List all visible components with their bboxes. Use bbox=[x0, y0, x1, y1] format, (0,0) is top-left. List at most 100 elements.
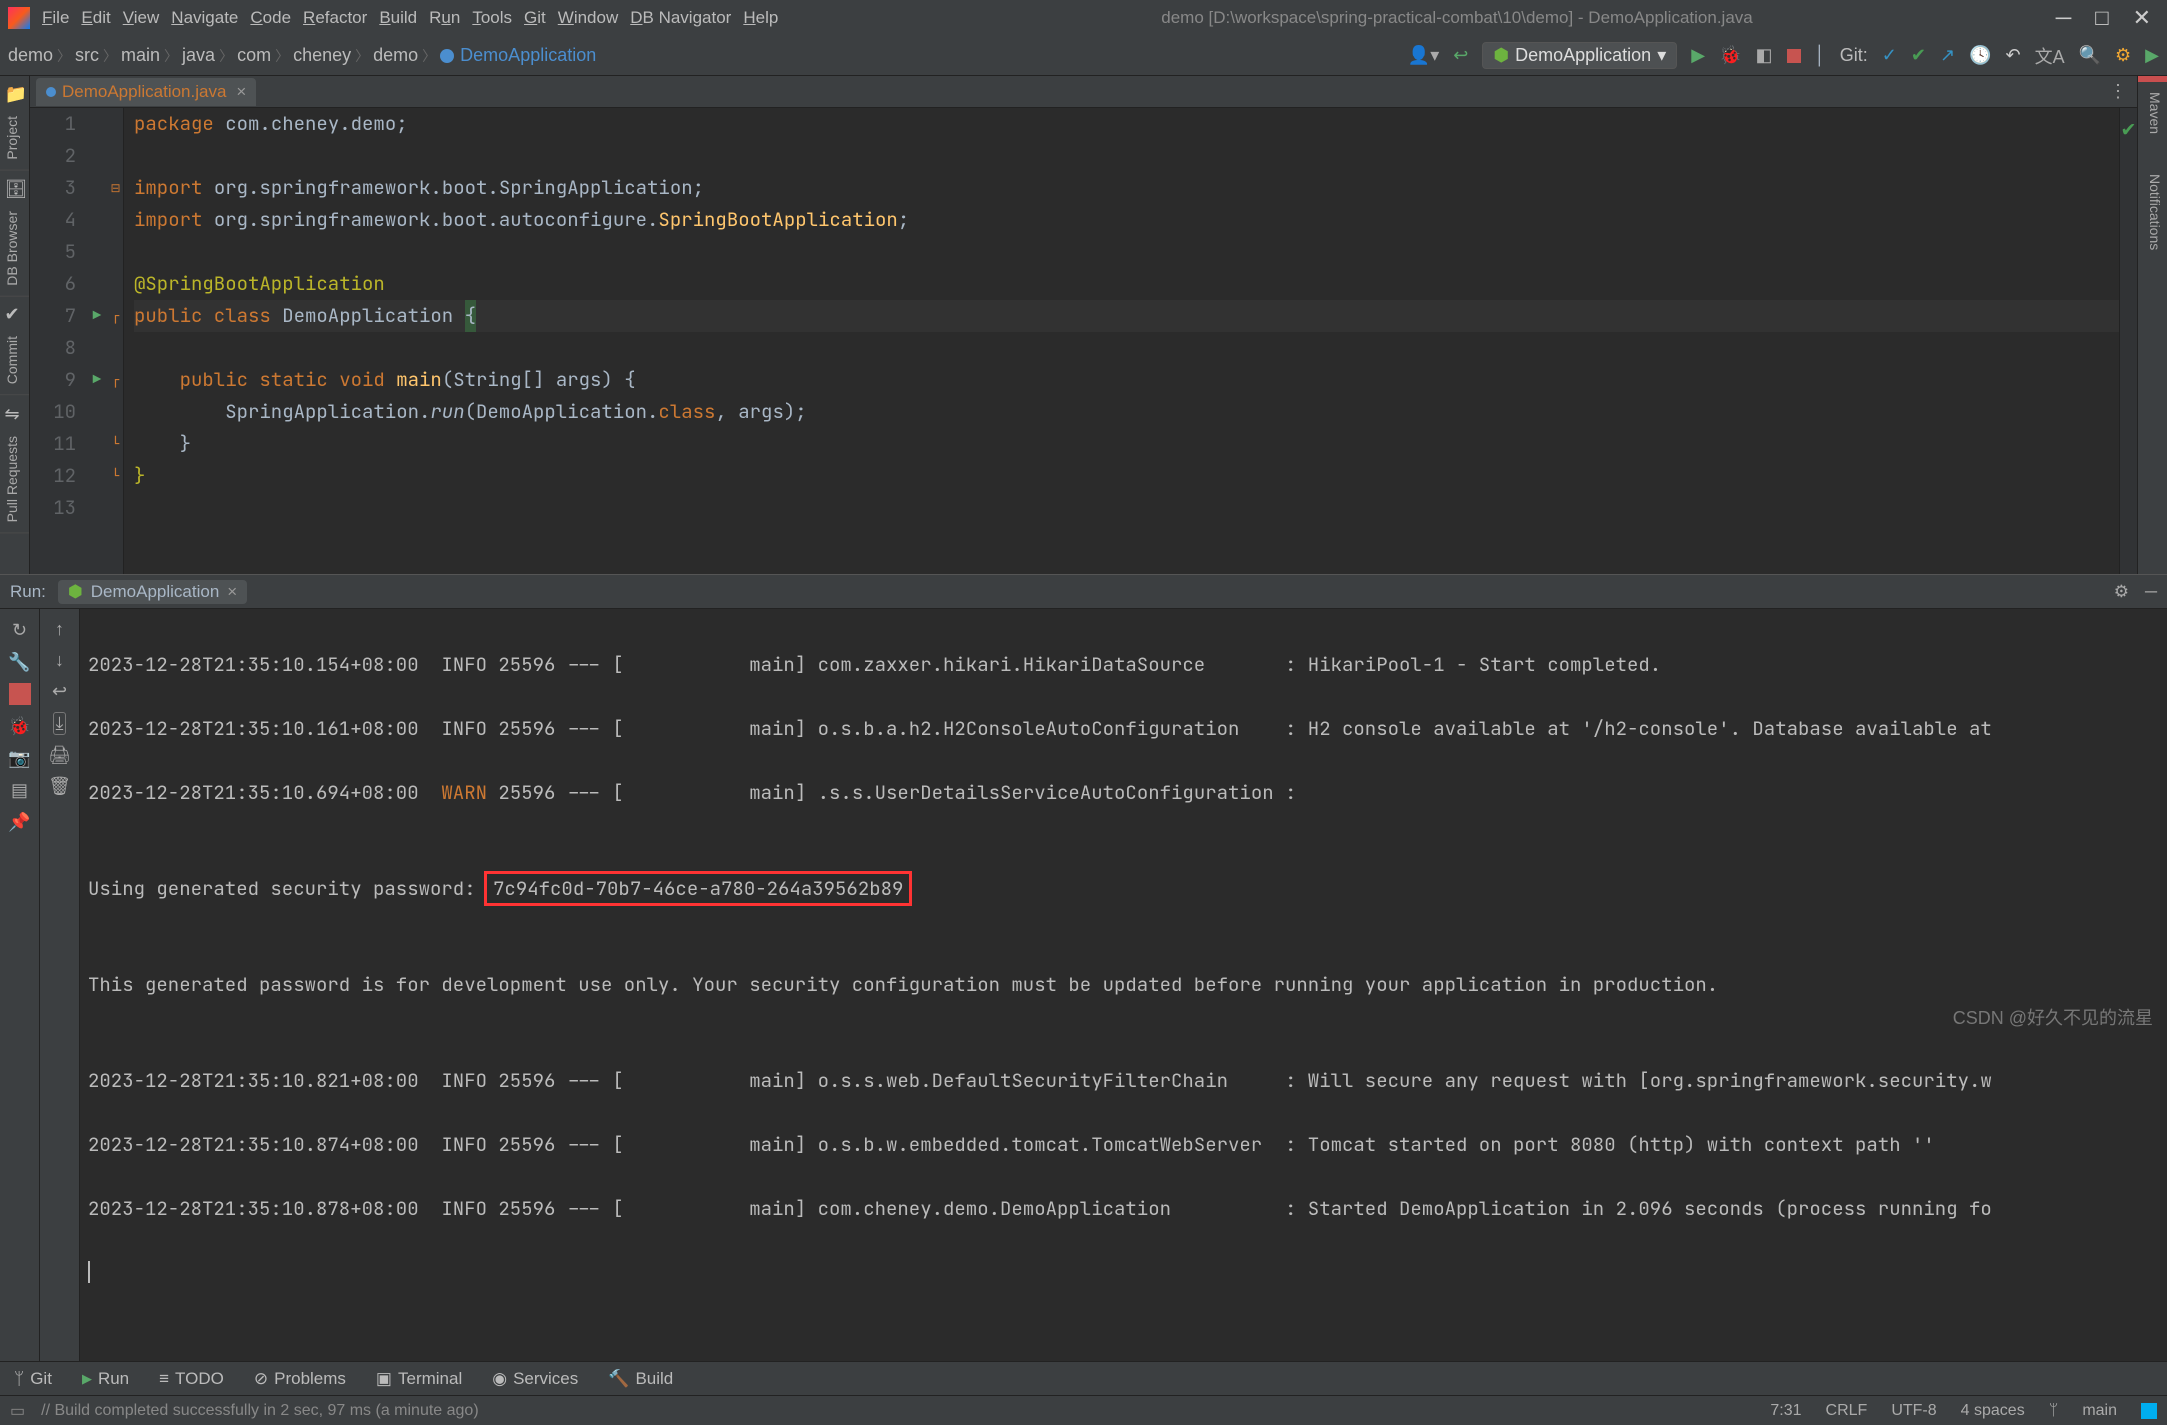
bc-3[interactable]: java bbox=[182, 45, 215, 66]
bc-6[interactable]: demo bbox=[373, 45, 418, 66]
menu-window[interactable]: Window bbox=[558, 8, 618, 28]
layout-icon[interactable]: ▤ bbox=[9, 779, 31, 801]
run-line-icon[interactable]: ▶ bbox=[86, 300, 108, 332]
menu-build[interactable]: Build bbox=[379, 8, 417, 28]
bc-0[interactable]: demo bbox=[8, 45, 53, 66]
ide-settings-icon[interactable]: ⚙ bbox=[2115, 45, 2131, 66]
editor-tab-label: DemoApplication.java bbox=[62, 82, 226, 102]
down-icon[interactable]: ↓ bbox=[55, 650, 64, 671]
check-ok-icon: ✔ bbox=[2120, 108, 2137, 146]
project-tool[interactable]: Project bbox=[0, 106, 29, 171]
menu-view[interactable]: View bbox=[123, 8, 160, 28]
bc-4[interactable]: com bbox=[237, 45, 271, 66]
back-icon[interactable]: ↩ bbox=[1453, 45, 1468, 66]
main-menu: FFileile Edit View Navigate Code Refacto… bbox=[42, 8, 778, 28]
tab-menu-icon[interactable]: ⋮ bbox=[2109, 81, 2137, 102]
indent-info[interactable]: 4 spaces bbox=[1961, 1402, 2025, 1420]
up-icon[interactable]: ↑ bbox=[55, 619, 64, 640]
run-icon[interactable]: ▶ bbox=[1691, 45, 1705, 66]
db-browser-tool[interactable]: DB Browser bbox=[0, 201, 29, 297]
minimize-panel-icon[interactable]: ─ bbox=[2145, 582, 2157, 602]
menu-refactor[interactable]: Refactor bbox=[303, 8, 367, 28]
spring-icon: ⬢ bbox=[1493, 45, 1509, 66]
menu-navigate[interactable]: Navigate bbox=[171, 8, 238, 28]
fold-gutter: ⊟ ┌┌ └└ bbox=[108, 108, 124, 574]
run-tab[interactable]: ⬢ DemoApplication × bbox=[58, 580, 247, 604]
menu-code[interactable]: Code bbox=[250, 8, 291, 28]
run-config-select[interactable]: ⬢ DemoApplication ▾ bbox=[1482, 42, 1677, 69]
run-line-icon[interactable]: ▶ bbox=[86, 364, 108, 396]
code-editor[interactable]: 123 456 789 101112 13 ▶ ▶ ⊟ ┌┌ └└ packag… bbox=[30, 108, 2137, 574]
git-push-icon[interactable]: ↗ bbox=[1940, 45, 1955, 66]
file-encoding[interactable]: UTF-8 bbox=[1891, 1402, 1936, 1420]
git-revert-icon[interactable]: ↶ bbox=[2005, 45, 2020, 66]
debug-attach-icon[interactable]: 🐞 bbox=[9, 715, 31, 737]
status-icon[interactable]: ▭ bbox=[10, 1401, 25, 1421]
tab-close-icon[interactable]: × bbox=[236, 82, 246, 102]
search-icon[interactable]: 🔍 bbox=[2079, 45, 2101, 66]
pull-requests-tool-icon[interactable]: ⇋ bbox=[5, 404, 25, 424]
git-branch[interactable]: main bbox=[2082, 1402, 2117, 1420]
debug-icon[interactable]: 🐞 bbox=[1719, 45, 1741, 66]
wrench-icon[interactable]: 🔧 bbox=[9, 651, 31, 673]
gear-icon[interactable]: ⚙ bbox=[2114, 582, 2129, 602]
commit-tool-icon[interactable]: ✔ bbox=[5, 304, 25, 324]
line-separator[interactable]: CRLF bbox=[1826, 1402, 1868, 1420]
stop-run-icon[interactable] bbox=[9, 683, 31, 705]
bc-2[interactable]: main bbox=[121, 45, 160, 66]
code-content[interactable]: package com.cheney.demo; import org.spri… bbox=[124, 108, 2119, 574]
bc-7[interactable]: DemoApplication bbox=[460, 45, 596, 66]
breadcrumb[interactable]: demo〉 src〉 main〉 java〉 com〉 cheney〉 demo… bbox=[8, 45, 596, 66]
caret-position[interactable]: 7:31 bbox=[1770, 1402, 1801, 1420]
git-commit-icon[interactable]: ✔ bbox=[1911, 45, 1926, 66]
minimize-icon[interactable]: ─ bbox=[2056, 5, 2072, 31]
spring-icon: ⬢ bbox=[68, 582, 83, 602]
menu-run[interactable]: Run bbox=[429, 8, 460, 28]
print-icon[interactable]: 🖨 bbox=[48, 745, 71, 766]
chevron-down-icon: ▾ bbox=[1657, 45, 1666, 66]
git-update-icon[interactable]: ✓ bbox=[1882, 45, 1897, 66]
bc-5[interactable]: cheney bbox=[293, 45, 351, 66]
watermark-text: CSDN @好久不见的流星 bbox=[1953, 1004, 2153, 1030]
menu-help[interactable]: Help bbox=[743, 8, 778, 28]
tw-run[interactable]: ▶Run bbox=[82, 1369, 129, 1389]
commit-tool[interactable]: Commit bbox=[0, 326, 29, 395]
stop-icon[interactable] bbox=[1787, 49, 1801, 63]
project-tool-icon[interactable]: 📁 bbox=[5, 84, 25, 104]
scroll-end-icon[interactable]: ⤓ bbox=[53, 712, 67, 735]
play-store-icon[interactable]: ▶ bbox=[2145, 45, 2159, 66]
menu-git[interactable]: Git bbox=[524, 8, 546, 28]
rerun-icon[interactable]: ↻ bbox=[9, 619, 31, 641]
camera-icon[interactable]: 📷 bbox=[9, 747, 31, 769]
tw-build[interactable]: 🔨Build bbox=[608, 1369, 673, 1389]
console-output[interactable]: 2023-12-28T21:35:10.154+08:00 INFO 25596… bbox=[80, 609, 2167, 1361]
tw-problems[interactable]: ⊘Problems bbox=[254, 1369, 346, 1389]
editor-tab[interactable]: DemoApplication.java × bbox=[36, 78, 256, 106]
maven-tool[interactable]: Maven bbox=[2138, 82, 2167, 144]
tw-git[interactable]: ᛘGit bbox=[14, 1369, 52, 1389]
tw-todo[interactable]: ≡TODO bbox=[159, 1369, 224, 1389]
tw-terminal[interactable]: ▣Terminal bbox=[376, 1369, 462, 1389]
coverage-icon[interactable]: ◧ bbox=[1756, 45, 1773, 66]
inspection-strip[interactable]: ✔ bbox=[2119, 108, 2137, 574]
notifications-tool[interactable]: Notifications bbox=[2138, 164, 2167, 260]
menu-tools[interactable]: Tools bbox=[472, 8, 512, 28]
close-icon[interactable]: ✕ bbox=[2133, 5, 2151, 31]
db-browser-tool-icon[interactable]: 🗄 bbox=[5, 179, 25, 199]
tw-services[interactable]: ◉Services bbox=[492, 1369, 578, 1389]
translate-icon[interactable]: 文A bbox=[2035, 43, 2065, 69]
windows-icon[interactable] bbox=[2141, 1403, 2157, 1419]
git-history-icon[interactable]: 🕓 bbox=[1969, 45, 1991, 66]
bc-1[interactable]: src bbox=[75, 45, 99, 66]
menu-file[interactable]: FFileile bbox=[42, 8, 69, 28]
run-tab-close-icon[interactable]: × bbox=[227, 582, 237, 602]
trash-icon[interactable]: 🗑 bbox=[48, 776, 71, 797]
menu-edit[interactable]: Edit bbox=[81, 8, 110, 28]
menu-dbnavigator[interactable]: DB Navigator bbox=[630, 8, 731, 28]
maximize-icon[interactable]: □ bbox=[2095, 5, 2108, 31]
navigation-bar: demo〉 src〉 main〉 java〉 com〉 cheney〉 demo… bbox=[0, 36, 2167, 76]
pull-requests-tool[interactable]: Pull Requests bbox=[0, 426, 29, 533]
pin-icon[interactable]: 📌 bbox=[9, 811, 31, 833]
user-icon[interactable]: 👤▾ bbox=[1408, 45, 1439, 66]
soft-wrap-icon[interactable]: ↩ bbox=[52, 681, 67, 702]
